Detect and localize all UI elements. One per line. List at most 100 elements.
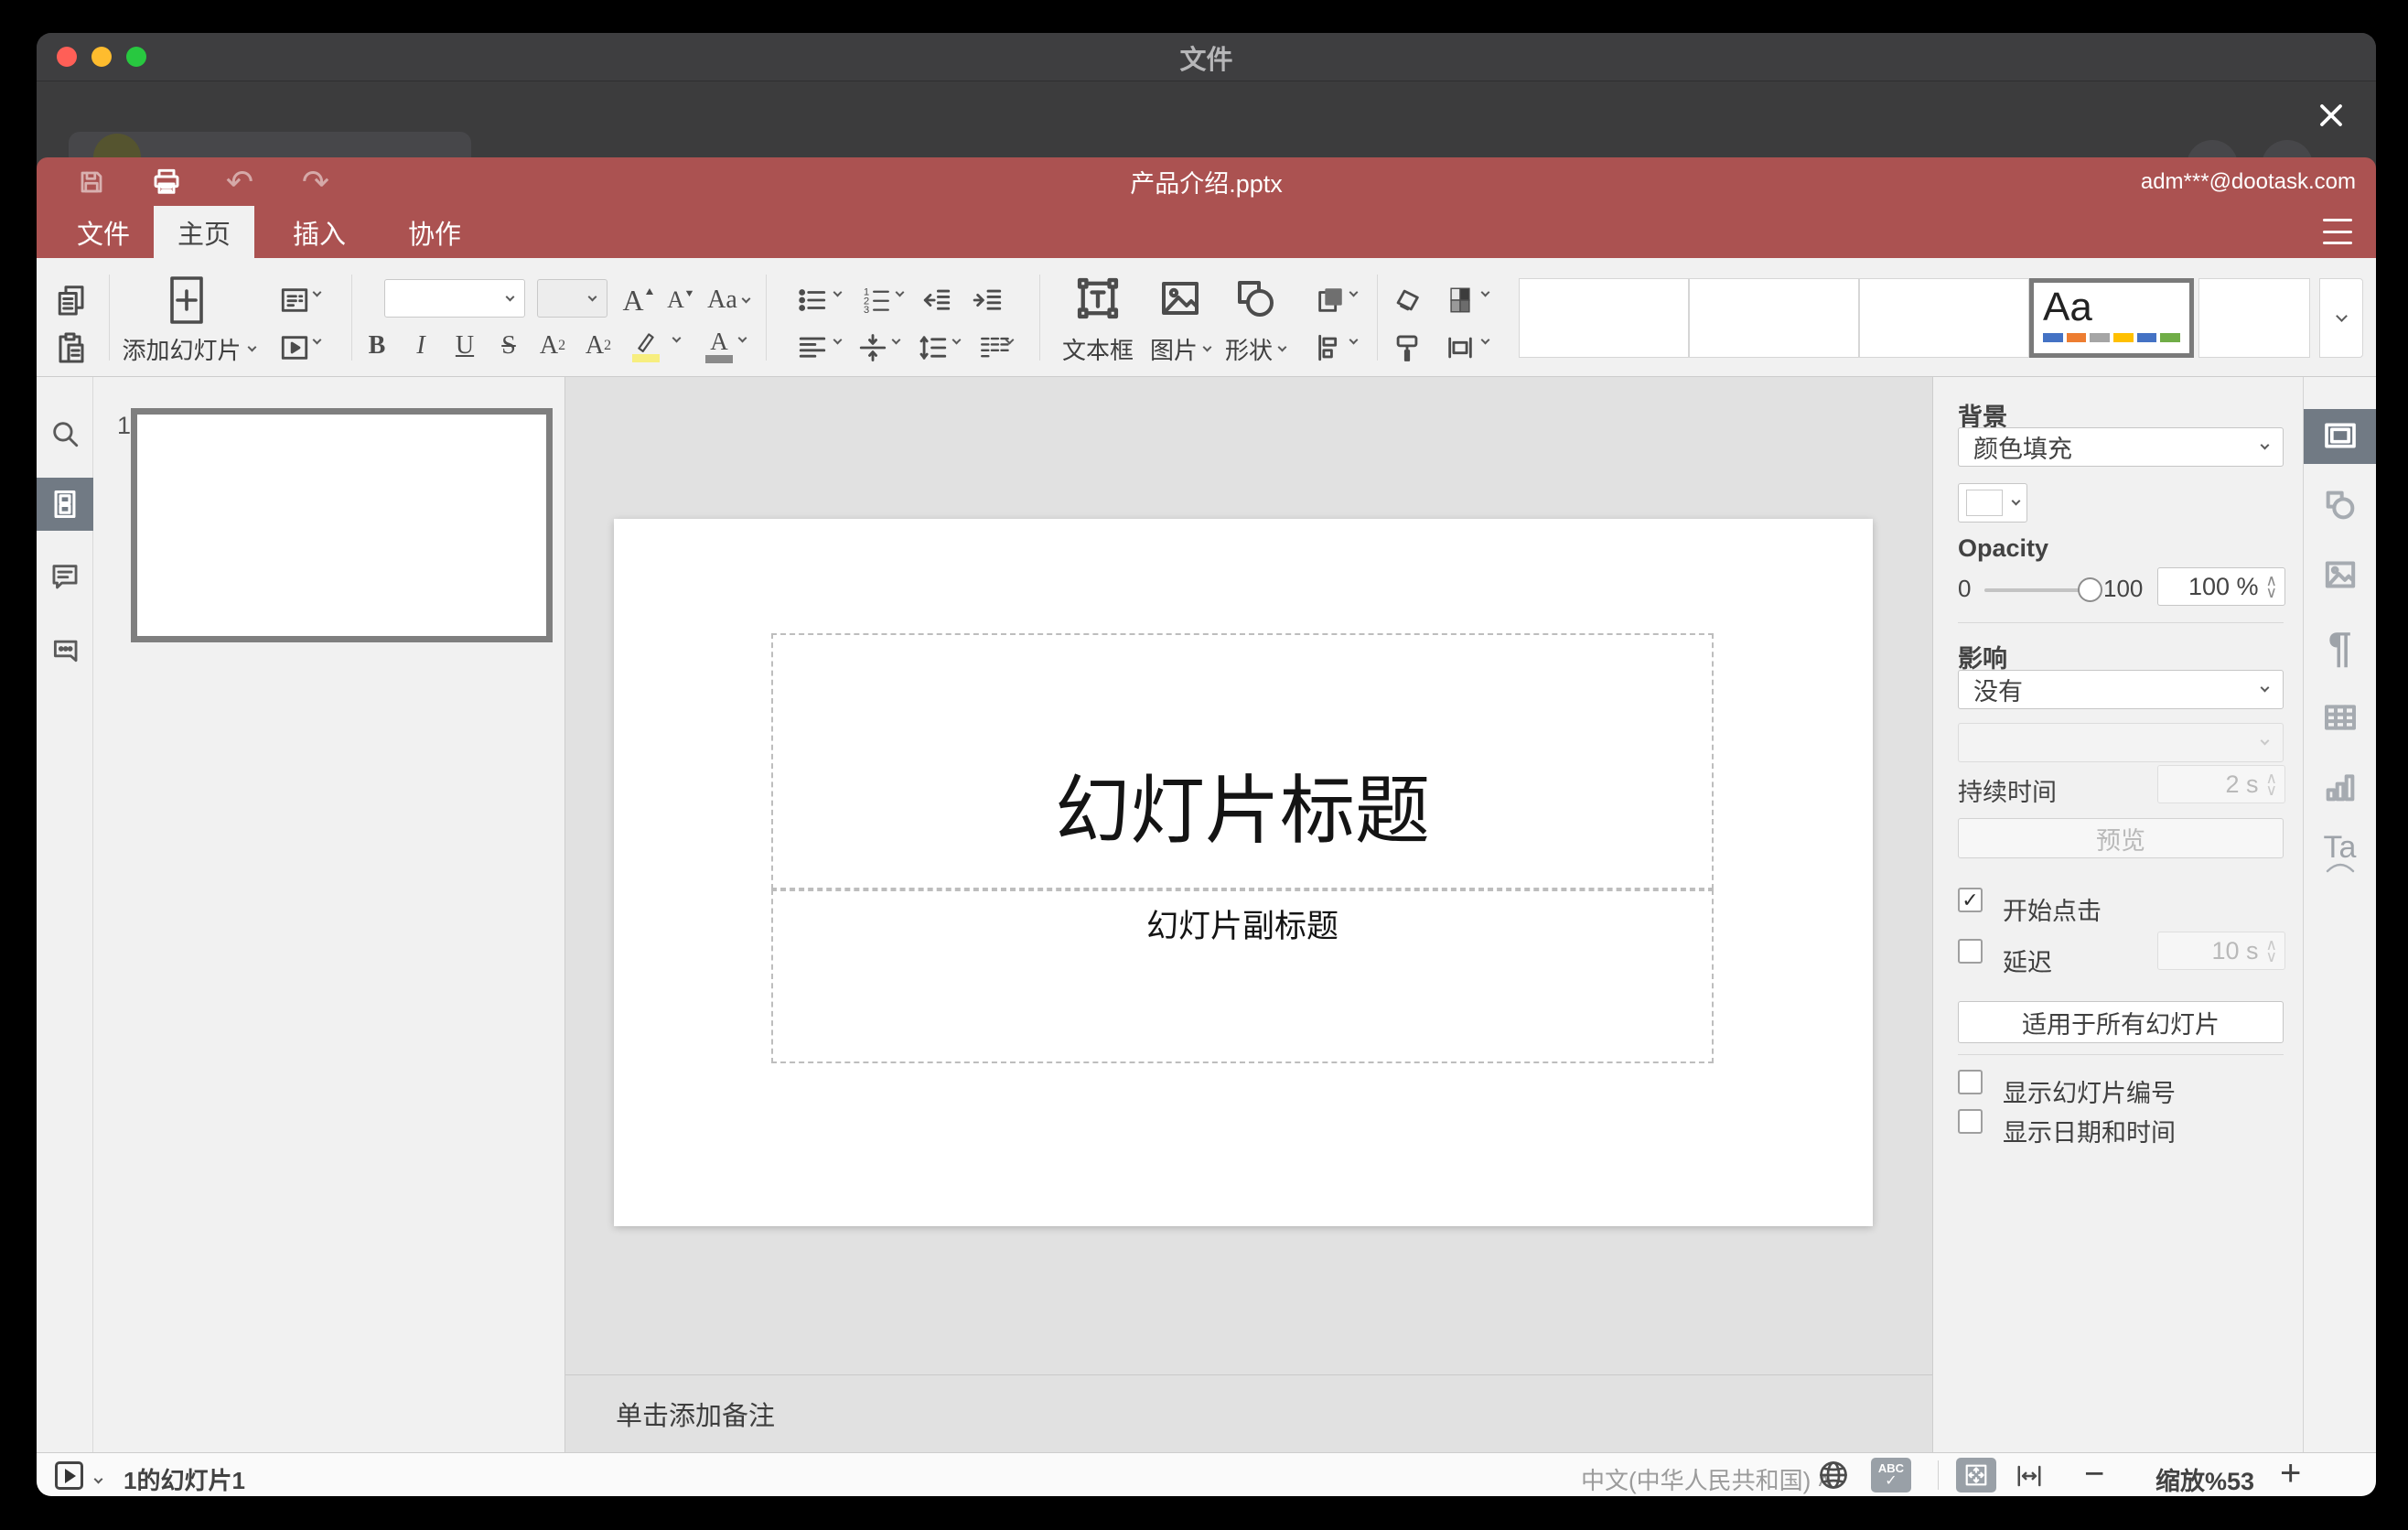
chevron-down-icon[interactable]	[1349, 287, 1359, 297]
zoom-in-button[interactable]: +	[2280, 1453, 2301, 1494]
bold-button[interactable]: B	[359, 328, 395, 364]
chevron-down-icon[interactable]	[895, 287, 905, 297]
slide-canvas[interactable]: 幻灯片标题 幻灯片副标题	[565, 377, 1932, 1374]
subtitle-placeholder[interactable]: 幻灯片副标题	[771, 889, 1714, 1063]
textbox-icon[interactable]	[1072, 271, 1123, 326]
underline-button[interactable]: U	[446, 328, 483, 364]
change-case-button[interactable]: Aa	[704, 282, 752, 318]
tab-file[interactable]: 文件	[53, 206, 154, 258]
zoom-out-button[interactable]: −	[2084, 1455, 2104, 1494]
tab-insert[interactable]: 插入	[269, 206, 370, 258]
background-color-picker[interactable]	[1958, 483, 2027, 523]
close-icon[interactable]	[2314, 98, 2349, 133]
opacity-slider-track[interactable]	[1984, 588, 2091, 592]
chevron-down-icon[interactable]	[1480, 335, 1490, 345]
chart-settings-icon[interactable]	[2322, 769, 2359, 805]
copy-style-icon[interactable]	[1387, 329, 1427, 366]
spellcheck-toggle[interactable]: ABC ✓	[1871, 1458, 1911, 1492]
background-fill-select[interactable]: 颜色填充	[1958, 427, 2284, 467]
chevron-down-icon[interactable]	[951, 335, 962, 345]
chevron-down-icon[interactable]	[833, 287, 843, 297]
chevron-down-icon[interactable]	[833, 335, 843, 345]
theme-gallery-expand-button[interactable]	[2319, 278, 2363, 358]
image-icon[interactable]	[1155, 273, 1206, 324]
start-on-click-checkbox[interactable]: ✓	[1958, 888, 1983, 912]
chevron-down-icon[interactable]	[312, 335, 322, 345]
tab-collaboration[interactable]: 协作	[384, 206, 485, 258]
line-spacing-button[interactable]	[913, 329, 953, 366]
fit-to-slide-toggle[interactable]	[1956, 1458, 1996, 1492]
effect-select[interactable]: 没有	[1958, 670, 2284, 709]
color-scheme-button[interactable]	[1440, 282, 1480, 318]
font-name-select[interactable]	[384, 279, 525, 318]
chevron-down-icon[interactable]	[1480, 287, 1490, 297]
copy-button[interactable]	[51, 280, 91, 320]
strikethrough-button[interactable]: S	[490, 328, 527, 364]
highlight-color-button[interactable]	[626, 326, 666, 366]
paragraph-settings-icon[interactable]: ¶	[2328, 622, 2352, 672]
chevron-down-icon[interactable]	[672, 333, 682, 343]
title-placeholder[interactable]: 幻灯片标题	[771, 633, 1714, 889]
add-slide-icon[interactable]	[165, 275, 209, 326]
fit-to-width-button[interactable]	[2016, 1462, 2043, 1494]
chevron-down-icon[interactable]	[1005, 335, 1015, 345]
theme-thumbnail[interactable]	[1519, 278, 1689, 358]
slide-subtitle-text[interactable]: 幻灯片副标题	[1146, 891, 1338, 947]
theme-thumbnail-selected[interactable]: Aa	[2029, 278, 2194, 358]
image-settings-icon[interactable]	[2322, 556, 2359, 593]
chevron-down-icon[interactable]	[891, 335, 901, 345]
paste-button[interactable]	[51, 328, 91, 368]
show-slide-number-checkbox[interactable]	[1958, 1070, 1983, 1094]
italic-button[interactable]: I	[403, 328, 439, 364]
shape-settings-icon[interactable]	[2322, 487, 2359, 523]
decrease-font-icon[interactable]: A	[662, 282, 699, 318]
notes-area[interactable]: 单击添加备注	[565, 1374, 1932, 1452]
decrease-indent-button[interactable]	[917, 282, 957, 318]
table-settings-icon[interactable]	[2322, 699, 2359, 736]
slide-layout-button[interactable]	[276, 282, 313, 318]
theme-thumbnail[interactable]	[1689, 278, 1859, 358]
font-color-button[interactable]: A	[699, 326, 739, 366]
apply-to-all-slides-button[interactable]: 适用于所有幻灯片	[1958, 1001, 2284, 1043]
show-date-time-checkbox[interactable]	[1958, 1109, 1983, 1134]
increase-font-icon[interactable]: A	[618, 282, 659, 318]
slide-settings-icon[interactable]	[2322, 417, 2359, 454]
font-size-select[interactable]	[537, 279, 607, 318]
chevron-down-icon[interactable]	[312, 287, 322, 297]
delay-checkbox[interactable]	[1958, 939, 1983, 964]
menu-icon[interactable]	[2323, 219, 2352, 244]
start-slideshow-button[interactable]	[276, 329, 313, 366]
slide-size-button[interactable]	[1440, 329, 1480, 366]
chevron-down-icon[interactable]	[1349, 335, 1359, 345]
stepper-arrows[interactable]: ∧ ∨	[2266, 573, 2277, 600]
shape-button[interactable]: 形状	[1200, 333, 1310, 364]
textart-settings-icon[interactable]: Ta	[2324, 832, 2357, 873]
tab-home[interactable]: 主页	[154, 206, 255, 258]
columns-button[interactable]	[973, 329, 1014, 366]
theme-thumbnail[interactable]	[1859, 278, 2029, 358]
superscript-button[interactable]: A2	[532, 328, 573, 364]
arrange-shape-button[interactable]	[1310, 282, 1350, 318]
numbered-list-button[interactable]: 123	[856, 282, 897, 318]
slide[interactable]: 幻灯片标题 幻灯片副标题	[614, 519, 1873, 1226]
align-shape-button[interactable]	[1310, 329, 1350, 366]
theme-thumbnail[interactable]	[2198, 278, 2310, 358]
horizontal-align-button[interactable]	[792, 329, 833, 366]
clear-style-icon[interactable]	[1387, 282, 1427, 318]
comments-icon[interactable]	[49, 561, 81, 592]
shape-icon[interactable]	[1230, 273, 1281, 324]
globe-icon[interactable]	[1817, 1459, 1850, 1496]
opacity-input[interactable]: 100 % ∧ ∨	[2157, 567, 2285, 606]
bullet-list-button[interactable]	[792, 282, 833, 318]
chevron-down-icon[interactable]	[737, 333, 747, 343]
start-slideshow-status-button[interactable]	[55, 1461, 83, 1490]
language-selector[interactable]: 中文(中华人民共和国) ˄	[1581, 1462, 1832, 1496]
search-icon[interactable]	[49, 418, 81, 449]
slide-title-text[interactable]: 幻灯片标题	[1055, 749, 1430, 888]
slides-panel-icon[interactable]	[49, 489, 81, 520]
subscript-button[interactable]: A2	[578, 328, 618, 364]
add-slide-button[interactable]: 添加幻灯片	[97, 333, 280, 364]
vertical-align-button[interactable]	[853, 329, 893, 366]
chat-icon[interactable]	[49, 633, 81, 664]
opacity-slider-handle[interactable]	[2078, 577, 2102, 602]
